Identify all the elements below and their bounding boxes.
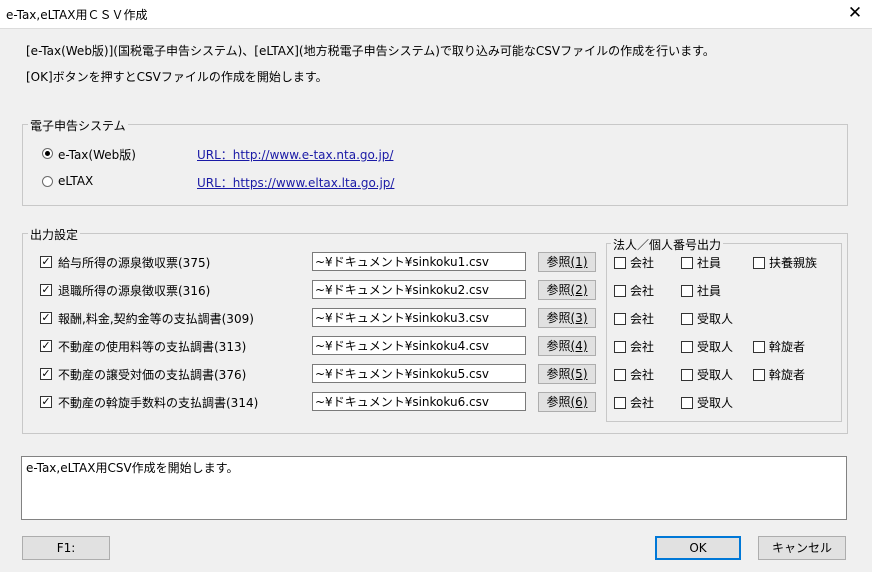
mynumber-label: 社員 [697,256,722,270]
output-group-legend: 出力設定 [28,226,81,243]
close-icon[interactable]: ✕ [842,2,868,24]
row-checkbox[interactable]: ✓ [40,284,52,296]
mynumber-label: 会社 [630,256,655,270]
mynumber-group-legend: 法人／個人番号出力 [611,236,724,253]
radio-etax[interactable] [42,148,53,159]
window-title: e-Tax,eLTAX用ＣＳＶ作成 [6,8,148,22]
row-label: 不動産の譲受対価の支払調書(376) [58,368,247,382]
f1-button[interactable]: F1: [22,536,110,560]
path-input[interactable]: ~¥ドキュメント¥sinkoku4.csv [312,336,526,355]
mynumber-checkbox-company[interactable] [614,313,626,325]
mynumber-label: 会社 [630,368,655,382]
browse-button[interactable]: 参照(6) [538,392,596,412]
mynumber-checkbox-broker[interactable] [753,341,765,353]
mynumber-checkbox-broker[interactable] [753,369,765,381]
mynumber-checkbox-recipient[interactable] [681,313,693,325]
mynumber-label: 会社 [630,396,655,410]
mynumber-checkbox-recipient[interactable] [681,341,693,353]
browse-button[interactable]: 参照(5) [538,364,596,384]
row-label: 不動産の使用料等の支払調書(313) [58,340,247,354]
mynumber-label: 会社 [630,340,655,354]
path-input[interactable]: ~¥ドキュメント¥sinkoku1.csv [312,252,526,271]
row-label: 退職所得の源泉徴収票(316) [58,284,211,298]
mynumber-checkbox-employee[interactable] [681,285,693,297]
row-checkbox[interactable]: ✓ [40,368,52,380]
row-label: 不動産の斡旋手数料の支払調書(314) [58,396,259,410]
browse-button[interactable]: 参照(4) [538,336,596,356]
row-checkbox[interactable]: ✓ [40,312,52,324]
mynumber-label: 斡旋者 [769,340,806,354]
description-line-2: [OK]ボタンを押すとCSVファイルの作成を開始します。 [26,70,328,84]
mynumber-label: 斡旋者 [769,368,806,382]
browse-button[interactable]: 参照(3) [538,308,596,328]
cancel-button[interactable]: キャンセル [758,536,846,560]
row-checkbox[interactable]: ✓ [40,256,52,268]
radio-eltax-label[interactable]: eLTAX [58,174,93,188]
mynumber-label: 受取人 [697,396,734,410]
status-message-box: e-Tax,eLTAX用CSV作成を開始します。 [21,456,847,520]
browse-button[interactable]: 参照(2) [538,280,596,300]
system-group-legend: 電子申告システム [28,117,128,134]
mynumber-checkbox-recipient[interactable] [681,369,693,381]
path-input[interactable]: ~¥ドキュメント¥sinkoku6.csv [312,392,526,411]
mynumber-checkbox-dependent[interactable] [753,257,765,269]
mynumber-label: 会社 [630,284,655,298]
system-group [22,124,848,206]
mynumber-checkbox-company[interactable] [614,369,626,381]
mynumber-label: 受取人 [697,340,734,354]
browse-button[interactable]: 参照(1) [538,252,596,272]
etax-url-link[interactable]: URL：http://www.e-tax.nta.go.jp/ [197,146,393,163]
path-input[interactable]: ~¥ドキュメント¥sinkoku2.csv [312,280,526,299]
mynumber-label: 会社 [630,312,655,326]
mynumber-checkbox-company[interactable] [614,285,626,297]
path-input[interactable]: ~¥ドキュメント¥sinkoku3.csv [312,308,526,327]
ok-button[interactable]: OK [655,536,741,560]
description-line-1: [e-Tax(Web版)](国税電子申告システム)、[eLTAX](地方税電子申… [26,44,715,58]
eltax-url-link[interactable]: URL：https://www.eltax.lta.go.jp/ [197,174,394,191]
mynumber-checkbox-recipient[interactable] [681,397,693,409]
radio-etax-label[interactable]: e-Tax(Web版) [58,146,136,163]
mynumber-label: 受取人 [697,368,734,382]
mynumber-label: 社員 [697,284,722,298]
mynumber-label: 扶養親族 [769,256,818,270]
row-label: 給与所得の源泉徴収票(375) [58,256,211,270]
row-checkbox[interactable]: ✓ [40,340,52,352]
mynumber-label: 受取人 [697,312,734,326]
mynumber-checkbox-company[interactable] [614,341,626,353]
row-label: 報酬,料金,契約金等の支払調書(309) [58,312,254,326]
row-checkbox[interactable]: ✓ [40,396,52,408]
path-input[interactable]: ~¥ドキュメント¥sinkoku5.csv [312,364,526,383]
mynumber-checkbox-employee[interactable] [681,257,693,269]
radio-eltax[interactable] [42,176,53,187]
mynumber-checkbox-company[interactable] [614,257,626,269]
mynumber-checkbox-company[interactable] [614,397,626,409]
